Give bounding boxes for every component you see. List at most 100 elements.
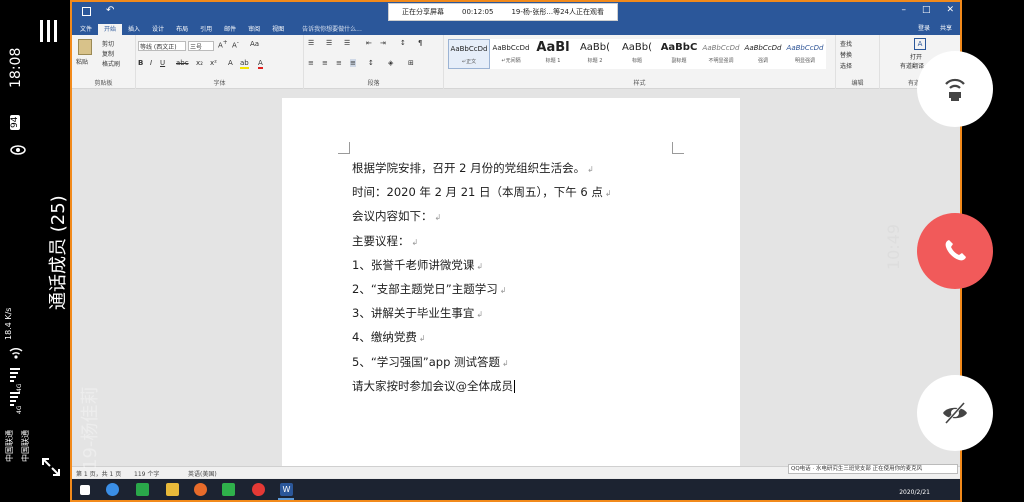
show-marks-icon[interactable]: ¶ [418,39,422,47]
numbering-icon[interactable]: ☰ [326,39,332,47]
document-page[interactable]: 根据学院安排，召开 2 月份的党组织生活会。 ↲ 时间：2020 年 2 月 21… [282,98,740,468]
format-painter-button[interactable]: 格式刷 [102,59,120,68]
doc-line-5: 1、张誉千老师讲微党课 ↲ [352,257,484,272]
increase-indent-icon[interactable]: ⇥ [380,39,386,47]
shading-icon[interactable]: ◈ [388,59,393,67]
menu-icon[interactable] [40,20,60,42]
subscript-icon[interactable]: x₂ [196,59,203,67]
italic-icon[interactable]: I [150,59,152,67]
style-normal[interactable]: AaBbCcDd ↵正文 [448,39,490,69]
windows-start-icon[interactable] [80,485,90,495]
sort-icon[interactable]: ↕ [400,39,406,47]
tab-file[interactable]: 文件 [74,24,98,35]
share-viewers: 19-杨-张彤...等24人正在观看 [511,8,604,16]
select-button[interactable]: 选择 [840,61,852,70]
change-case-icon[interactable]: Aa [250,40,259,48]
document-area: 根据学院安排，召开 2 月份的党组织生活会。 ↲ 时间：2020 年 2 月 21… [72,89,960,468]
editing-group: 查找 替换 选择 编辑 [836,35,880,89]
minimize-icon[interactable]: – [901,5,906,15]
borders-icon[interactable]: ⊞ [408,59,414,67]
tab-layout[interactable]: 布局 [170,24,194,35]
call-members-label[interactable]: 通话成员 (25) [44,195,70,310]
bold-icon[interactable]: B [138,59,143,67]
shared-screen: ↶ 正在分享屏幕 00:12:05 19-杨-张彤...等24人正在观看 – □… [70,0,962,502]
margin-corner [338,142,350,154]
close-icon[interactable]: ✕ [946,5,954,15]
cut-button[interactable]: 剪切 [102,39,114,48]
page-count[interactable]: 第 1 页，共 1 页 [76,469,121,478]
camera-toggle-button[interactable] [917,375,993,451]
open-youdao-button[interactable]: 打开 [910,52,922,61]
doc-line-1: 根据学院安排，召开 2 月份的党组织生活会。 ↲ [352,161,594,175]
language[interactable]: 英语(美国) [188,469,217,478]
line-spacing-icon[interactable]: ↕ [368,59,374,67]
align-left-icon[interactable]: ≡ [308,59,314,67]
font-size-select[interactable]: 三号 [188,41,214,51]
strikethrough-icon[interactable]: abc [176,59,189,67]
tab-references[interactable]: 引用 [194,24,218,35]
superscript-icon[interactable]: x² [210,59,217,67]
align-center-icon[interactable]: ≡ [322,59,328,67]
share-button[interactable]: 共享 [940,22,952,35]
undo-icon[interactable]: ↶ [106,5,114,16]
style-title[interactable]: AaBb( 标题 [616,39,658,69]
grow-font-icon[interactable]: A+ [218,40,228,49]
bullets-icon[interactable]: ☰ [308,39,314,47]
font-name-select[interactable]: 等线 (西文正) [138,41,186,51]
login-button[interactable]: 登录 [918,22,930,35]
tell-me-search[interactable]: 告诉我你想要做什么... [302,24,362,35]
copy-button[interactable]: 复制 [102,49,114,58]
carrier-2: 中国联通 [21,430,30,462]
browser-icon[interactable] [106,483,119,496]
style-emphasis[interactable]: AaBbCcDd 强调 [742,39,784,69]
font-color-icon[interactable]: A [258,59,263,69]
tab-insert[interactable]: 插入 [122,24,146,35]
app-icon[interactable] [222,483,235,496]
document-body[interactable]: 根据学院安排，召开 2 月份的党组织生活会。 ↲ 时间：2020 年 2 月 21… [352,156,712,398]
word-count[interactable]: 119 个字 [134,469,159,478]
text-effects-icon[interactable]: A [228,59,233,67]
replace-button[interactable]: 替换 [840,50,852,59]
save-icon[interactable] [82,7,91,16]
tab-view[interactable]: 视图 [266,24,290,35]
align-right-icon[interactable]: ≡ [336,59,342,67]
taskbar-date: 2020/2/21 [899,489,930,496]
record-icon[interactable] [252,483,265,496]
style-no-spacing[interactable]: AaBbCcDd ↵无间隔 [490,39,532,69]
expand-icon[interactable] [40,456,62,478]
doc-line-8: 4、缴纳党费 ↲ [352,330,426,345]
word-taskbar-icon[interactable]: W [280,483,293,496]
net-speed: 18.4 K/s [4,307,13,340]
translate-icon[interactable]: A [914,38,926,50]
style-subtle-emphasis[interactable]: AaBbCcDd 不明显强调 [700,39,742,69]
style-subtitle[interactable]: AaBbC 副标题 [658,39,700,69]
tab-review[interactable]: 审阅 [242,24,266,35]
tab-design[interactable]: 设计 [146,24,170,35]
underline-icon[interactable]: U [160,59,165,67]
call-duration: 10:49 [884,223,903,270]
shrink-font-icon[interactable]: A- [232,40,239,49]
file-explorer-icon[interactable] [166,483,179,496]
wifi-icon [8,346,24,362]
paste-button[interactable]: 粘贴 [76,57,88,66]
hang-up-button[interactable] [917,213,993,289]
mic-notification: QQ电话 · 水电研究生三班党支部 正在使用你的麦克风 [788,464,958,474]
tab-home[interactable]: 开始 [98,24,123,35]
doc-line-9: 5、“学习强国”app 测试答题 ↲ [352,354,509,369]
paste-icon[interactable] [78,39,92,55]
decrease-indent-icon[interactable]: ⇤ [366,39,372,47]
wechat-icon[interactable] [136,483,149,496]
carrier-1: 中国联通 [5,430,14,462]
speaker-button[interactable] [917,51,993,127]
highlight-icon[interactable]: ab [240,59,249,69]
firefox-icon[interactable] [194,483,207,496]
maximize-icon[interactable]: □ [922,5,931,15]
youdao-translate-button[interactable]: 有道翻译 [900,61,924,70]
tab-mailings[interactable]: 邮件 [218,24,242,35]
style-heading-1[interactable]: AaBl 标题 1 [532,39,574,69]
style-heading-2[interactable]: AaBb( 标题 2 [574,39,616,69]
multilevel-list-icon[interactable]: ☰ [344,39,350,47]
style-intense-emphasis[interactable]: AaBbCcDd 明显强调 [784,39,826,69]
find-button[interactable]: 查找 [840,39,852,48]
justify-icon[interactable]: ≡ [350,59,356,67]
